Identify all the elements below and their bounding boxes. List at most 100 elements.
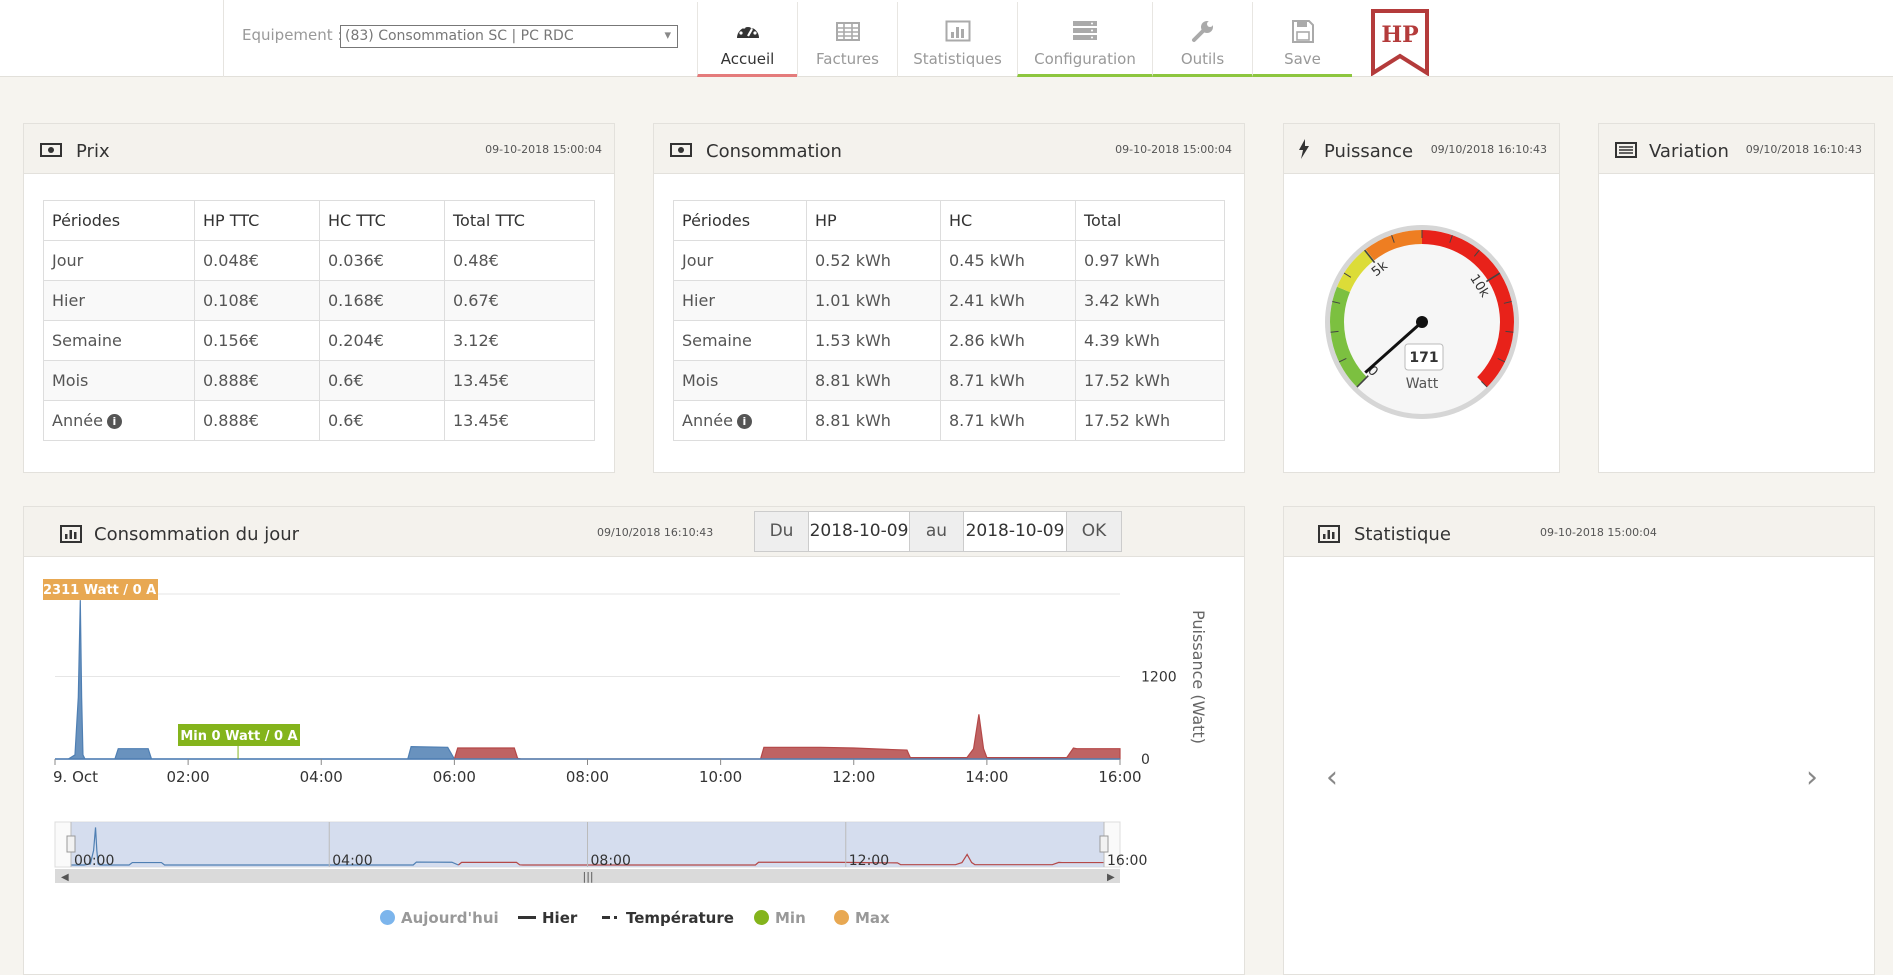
- tab-save[interactable]: Save: [1252, 2, 1352, 77]
- col-header: Périodes: [43, 200, 195, 241]
- consommation-table: Périodes HP HC Total Jour 0.52 kWh 0.45 kW…: [673, 200, 1225, 441]
- prix-date: 09-10-2018 15:00:04: [485, 143, 602, 156]
- col-header: Total: [1075, 200, 1225, 241]
- carousel-prev-button[interactable]: ‹: [1326, 760, 1338, 795]
- du-label: Du: [754, 511, 809, 552]
- max-annotation: 2311 Watt / 0 A: [43, 583, 156, 598]
- legend-label: Min: [775, 909, 806, 927]
- tab-factures[interactable]: Factures: [797, 2, 897, 77]
- x-tick-label: 04:00: [300, 768, 343, 786]
- navigator-tick-label: 04:00: [332, 853, 372, 869]
- x-tick-label: 08:00: [566, 768, 609, 786]
- table-row: Année i 8.81 kWh 8.71 kWh 17.52 kWh: [673, 400, 1225, 441]
- legend-line: [518, 916, 536, 919]
- date-from-input[interactable]: 2018-10-09: [808, 511, 910, 552]
- cell: 0.108€: [194, 280, 320, 321]
- cell: Hier: [673, 280, 807, 321]
- cell: 8.81 kWh: [806, 400, 941, 441]
- date-to-input[interactable]: 2018-10-09: [963, 511, 1067, 552]
- col-header: HP TTC: [194, 200, 320, 241]
- bar-chart-icon: [1318, 525, 1340, 543]
- tab-accueil[interactable]: Accueil: [697, 2, 797, 77]
- legend-item-aujourdhui[interactable]: Aujourd'hui: [380, 909, 499, 927]
- info-icon[interactable]: i: [736, 414, 752, 429]
- y-tick-label: 0: [1141, 752, 1150, 768]
- variation-title: Variation: [1649, 141, 1729, 162]
- cell: Jour: [673, 240, 807, 281]
- legend-item-temperature[interactable]: Température: [602, 909, 734, 927]
- navigator-tick-label: 16:00: [1107, 853, 1147, 869]
- variation-header: Variation 09/10/2018 16:10:43: [1599, 124, 1874, 174]
- gauge-unit: Watt: [1406, 376, 1439, 392]
- cell: 2.86 kWh: [940, 320, 1076, 361]
- carousel-next-button[interactable]: ›: [1806, 760, 1818, 795]
- navigator-tick-label: 12:00: [849, 853, 889, 869]
- variation-panel: Variation 09/10/2018 16:10:43: [1598, 123, 1875, 473]
- legend-dot: [754, 910, 769, 925]
- cell: 0.156€: [194, 320, 320, 361]
- table-row: Jour 0.048€ 0.036€ 0.48€: [43, 240, 595, 281]
- legend-item-min[interactable]: Min: [754, 909, 806, 927]
- cell: 3.42 kWh: [1075, 280, 1225, 321]
- y-tick-label: 1200: [1141, 670, 1177, 686]
- col-header: HC TTC: [319, 200, 445, 241]
- consommation-jour-date: 09/10/2018 16:10:43: [597, 526, 714, 539]
- cell: Jour: [43, 240, 195, 281]
- dashboard-icon: [736, 23, 759, 38]
- legend-dot: [380, 910, 395, 925]
- cell: 0.888€: [194, 360, 320, 401]
- tab-outils[interactable]: Outils: [1152, 2, 1252, 77]
- legend-label: Hier: [542, 909, 578, 927]
- min-annotation: Min 0 Watt / 0 A: [180, 729, 297, 744]
- scroll-left-arrow: ◀: [61, 872, 69, 883]
- x-tick-label: 16:00: [1098, 768, 1141, 786]
- bar-chart-icon: [60, 525, 82, 543]
- x-tick-label: 02:00: [167, 768, 210, 786]
- navigator-handle-left: [66, 835, 76, 853]
- power-gauge: 05k10k171Watt: [1325, 225, 1519, 419]
- table-header-row: Périodes HP TTC HC TTC Total TTC: [43, 200, 595, 241]
- tab-statistiques[interactable]: Statistiques: [897, 2, 1017, 77]
- statistique-panel: Statistique 09-10-2018 15:00:04: [1283, 506, 1875, 975]
- cell: 0.048€: [194, 240, 320, 281]
- cell: 3.12€: [444, 320, 595, 361]
- cell: 4.39 kWh: [1075, 320, 1225, 361]
- prix-table: Périodes HP TTC HC TTC Total TTC Jour 0.0…: [43, 200, 595, 441]
- x-tick-label: 14:00: [965, 768, 1008, 786]
- col-header: Périodes: [673, 200, 807, 241]
- table-row: Semaine 0.156€ 0.204€ 3.12€: [43, 320, 595, 361]
- cell: 8.81 kWh: [806, 360, 941, 401]
- equipment-select[interactable]: (83) Consommation SC | PC RDC: [340, 25, 678, 48]
- legend-item-hier[interactable]: Hier: [518, 909, 577, 927]
- table-row: Mois 0.888€ 0.6€ 13.45€: [43, 360, 595, 401]
- cell: 1.53 kWh: [806, 320, 941, 361]
- cell: 0.45 kWh: [940, 240, 1076, 281]
- au-label: au: [909, 511, 964, 552]
- legend-label: Température: [626, 909, 734, 927]
- hp-logo[interactable]: HP: [1370, 8, 1430, 76]
- tab-statistiques-label: Statistiques: [913, 50, 1002, 68]
- cell: 0.6€: [319, 360, 445, 401]
- legend-item-max[interactable]: Max: [834, 909, 890, 927]
- statistique-date: 09-10-2018 15:00:04: [1540, 526, 1657, 539]
- cell: Année i: [43, 400, 195, 441]
- tab-accueil-label: Accueil: [720, 50, 775, 68]
- cell: 0.6€: [319, 400, 445, 441]
- cell: 0.52 kWh: [806, 240, 941, 281]
- table-header-row: Périodes HP HC Total: [673, 200, 1225, 241]
- cell: Semaine: [673, 320, 807, 361]
- cell: Hier: [43, 280, 195, 321]
- cell: 0.036€: [319, 240, 445, 281]
- top-navbar: Equipement : (83) Consommation SC | PC R…: [0, 0, 1893, 77]
- legend-dot: [834, 910, 849, 925]
- cell: Mois: [43, 360, 195, 401]
- table-row: Hier 1.01 kWh 2.41 kWh 3.42 kWh: [673, 280, 1225, 321]
- tab-configuration[interactable]: Configuration: [1017, 2, 1152, 77]
- tab-factures-label: Factures: [816, 50, 879, 68]
- table-row: Hier 0.108€ 0.168€ 0.67€: [43, 280, 595, 321]
- ok-button[interactable]: OK: [1066, 511, 1122, 552]
- cell: 8.71 kWh: [940, 400, 1076, 441]
- variation-date: 09/10/2018 16:10:43: [1745, 143, 1862, 156]
- info-icon[interactable]: i: [106, 414, 122, 429]
- y-axis-title: Puissance (Watt): [1189, 610, 1208, 744]
